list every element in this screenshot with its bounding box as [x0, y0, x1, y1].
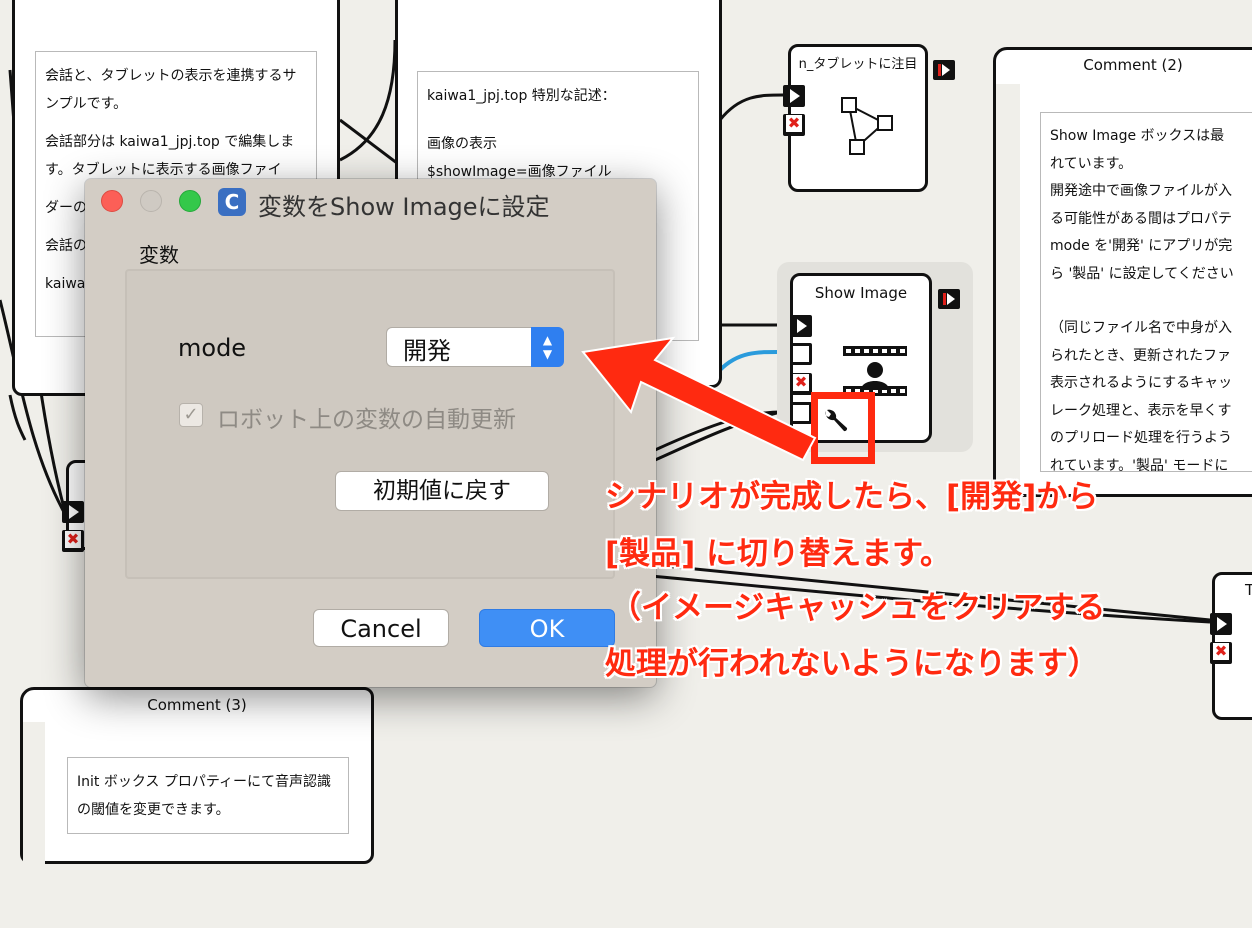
dialog-title: 変数をShow Imageに設定: [258, 193, 550, 221]
note-line: [1050, 288, 1252, 315]
ok-button[interactable]: OK: [479, 609, 615, 647]
stop-pin[interactable]: [783, 114, 805, 136]
note-paragraph: 会話部分は kaiwa1_jpj.top で編集します。タブレットに表示する画像…: [45, 134, 295, 178]
dialog-titlebar[interactable]: C 変数をShow Imageに設定: [85, 179, 656, 221]
annotation-line: （イメージキャッシュをクリアする: [610, 590, 1106, 626]
maximize-window-button[interactable]: [179, 190, 201, 212]
annotation-line: [製品] に切り替えます。: [605, 536, 952, 572]
comment-2-box[interactable]: Comment (2) Show Image ボックスは最 れています。 開発途…: [993, 47, 1252, 497]
mode-label: mode: [178, 334, 247, 362]
variable-group-box: mode 開発 ▲ ▼ ✓ ロボット上の変数の自動更新 初期値に戻す: [125, 269, 615, 579]
annotation-line: 処理が行われないようになります）: [605, 646, 1099, 682]
app-icon: C: [218, 188, 246, 216]
comment-2-tab-cover: [996, 84, 1020, 494]
note-line: mode を'開発' にアプリが完: [1050, 238, 1233, 254]
auto-update-checkbox[interactable]: ✓: [179, 403, 203, 427]
comment-3-tab-cover: [23, 722, 45, 882]
note-line: れています。: [1050, 155, 1133, 172]
diagram-icon: [841, 97, 893, 155]
note-line: ら '製品' に設定してください: [1050, 265, 1234, 282]
annotation-line: シナリオが完成したら、[開発]から: [605, 479, 1099, 515]
input-play-pin[interactable]: [62, 501, 84, 523]
note-line: のプリロード処理を行うよう: [1050, 430, 1232, 446]
select-stepper-icon: ▲ ▼: [531, 327, 564, 367]
close-window-button[interactable]: [101, 190, 123, 212]
minimize-window-button[interactable]: [140, 190, 162, 212]
note-line: レーク処理と、表示を早くす: [1050, 402, 1232, 419]
note-line: Show Image ボックスは最: [1050, 128, 1225, 144]
reset-default-button[interactable]: 初期値に戻す: [335, 471, 549, 511]
section-label: 変数: [139, 243, 179, 267]
note-paragraph: 会話と、タブレットの表示を連携するサンプルです。: [45, 68, 297, 112]
tablet-focus-box[interactable]: n_タブレットに注目: [788, 44, 928, 192]
stop-pin[interactable]: [1210, 642, 1232, 664]
note-line: る可能性がある間はプロパテ: [1050, 210, 1232, 227]
input-play-pin[interactable]: [1210, 613, 1232, 635]
comment-title: Comment (3): [147, 696, 247, 714]
mode-select-value: 開発: [403, 337, 451, 365]
note-line: 開発途中で画像ファイルが入: [1050, 183, 1232, 199]
box-title: Show Image: [814, 284, 908, 302]
note-line: 画像の表示: [427, 136, 497, 152]
comment-2-note: Show Image ボックスは最 れています。 開発途中で画像ファイルが入 る…: [1040, 112, 1252, 472]
app-icon-letter: C: [224, 190, 240, 214]
note-line: （同じファイル名で中身が入: [1050, 320, 1232, 336]
auto-update-label: ロボット上の変数の自動更新: [217, 407, 516, 433]
box-title: T: [1245, 581, 1252, 599]
comment-title: Comment (2): [1083, 56, 1183, 74]
output-pin[interactable]: [938, 289, 960, 309]
annotation-arrow: [581, 336, 817, 462]
comment-3-box[interactable]: Comment (3) Init ボックス プロパティーにて音声認識の閾値を変更…: [20, 687, 374, 864]
box-title: n_タブレットに注目: [798, 57, 918, 72]
output-pin[interactable]: [933, 60, 955, 80]
stop-pin[interactable]: [62, 530, 84, 552]
mode-select[interactable]: 開発 ▲ ▼: [386, 327, 564, 367]
note-line: られたとき、更新されたファ: [1050, 347, 1232, 364]
comment-3-note: Init ボックス プロパティーにて音声認識の閾値を変更できます。: [67, 757, 349, 834]
note-line: 表示されるようにするキャッ: [1050, 375, 1233, 391]
set-variable-dialog: C 変数をShow Imageに設定 変数 mode 開発 ▲ ▼ ✓ ロボット上…: [85, 179, 656, 687]
note-line: kaiwa1_jpj.top 特別な記述：: [427, 88, 616, 104]
cancel-button[interactable]: Cancel: [313, 609, 449, 647]
input-play-pin[interactable]: [783, 85, 805, 107]
